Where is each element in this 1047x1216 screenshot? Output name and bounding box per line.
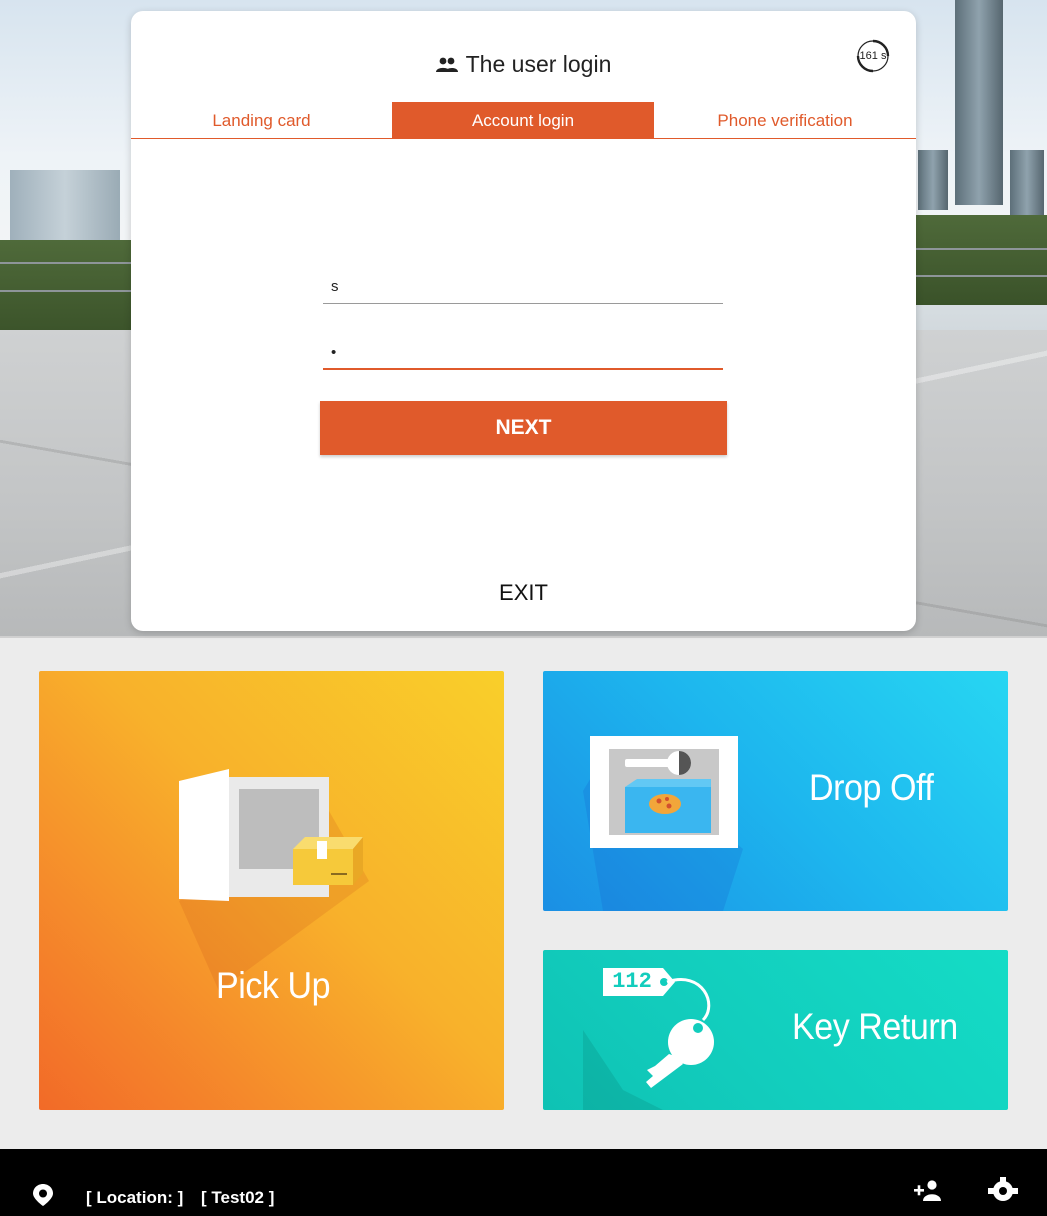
user-text: [ Test02 ] xyxy=(201,1188,275,1207)
next-button[interactable]: NEXT xyxy=(320,401,727,455)
location-text: [ Location: ] xyxy=(86,1188,184,1207)
login-dialog: The user login 161 s Landing card Accoun… xyxy=(131,11,916,631)
timer-countdown: 161 s xyxy=(859,50,887,62)
password-input[interactable] xyxy=(323,334,723,370)
dropoff-label: Drop Off xyxy=(809,767,934,808)
tab-landing-card[interactable]: Landing card xyxy=(131,102,392,138)
timer-icon: 161 s xyxy=(855,38,891,74)
exit-button[interactable]: EXIT xyxy=(461,573,586,613)
pickup-tile[interactable]: Pick Up xyxy=(39,671,504,1110)
username-field[interactable] xyxy=(323,268,723,304)
dialog-title: The user login xyxy=(131,51,916,79)
login-tabs: Landing card Account login Phone verific… xyxy=(131,102,916,139)
dropoff-tile[interactable]: Drop Off xyxy=(543,671,1008,911)
location-pin-icon xyxy=(33,1184,53,1211)
dropoff-locker-icon xyxy=(583,736,743,911)
keyreturn-label: Key Return xyxy=(792,1006,958,1047)
password-field[interactable] xyxy=(323,334,723,370)
pickup-label: Pick Up xyxy=(216,965,331,1006)
tab-account-login[interactable]: Account login xyxy=(392,102,654,138)
key-tag-number: 112 xyxy=(612,969,652,994)
keyreturn-tile[interactable]: 112 Key Return xyxy=(543,950,1008,1110)
pickup-locker-icon xyxy=(179,769,369,991)
add-user-icon[interactable] xyxy=(914,1179,944,1206)
settings-icon[interactable] xyxy=(988,1177,1018,1208)
username-input[interactable] xyxy=(323,268,723,304)
dialog-title-text: The user login xyxy=(465,51,612,77)
status-bar: [ Location: ] [ Test02 ] xyxy=(0,1149,1047,1216)
people-icon xyxy=(435,52,458,79)
tab-phone-verification[interactable]: Phone verification xyxy=(654,102,916,138)
